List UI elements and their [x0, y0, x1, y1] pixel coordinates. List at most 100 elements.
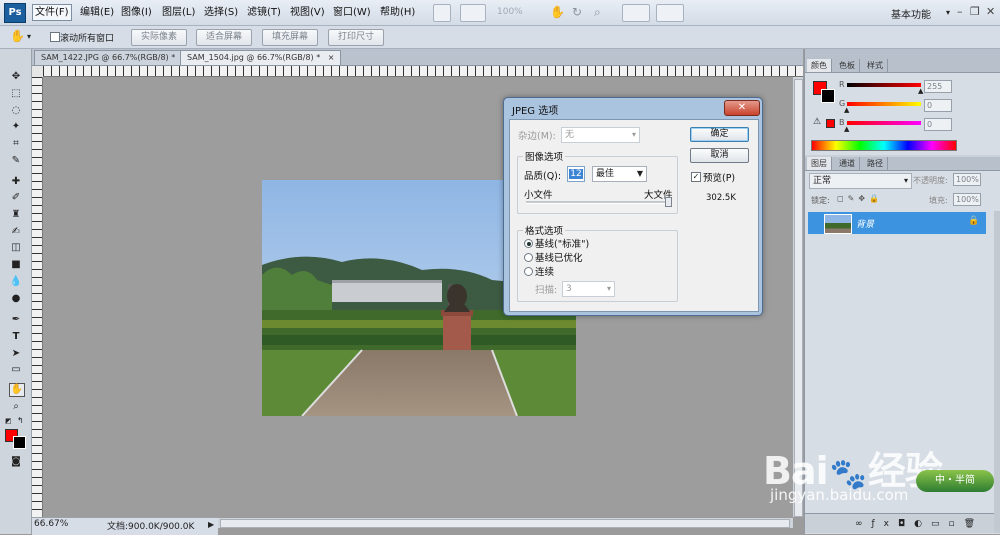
- preview-checkbox[interactable]: ✓: [691, 172, 701, 182]
- menu-edit[interactable]: 编辑(E): [80, 5, 114, 20]
- menu-filter[interactable]: 滤镜(T): [247, 5, 281, 20]
- channel-r-value[interactable]: 255: [924, 80, 952, 93]
- scroll-all-windows-checkbox[interactable]: [50, 32, 60, 42]
- tab-styles[interactable]: 样式: [863, 59, 888, 72]
- blend-mode-select[interactable]: 正常 ▾: [809, 173, 912, 189]
- close-button[interactable]: ✕: [986, 5, 995, 18]
- status-zoom[interactable]: 66.67%: [34, 519, 68, 529]
- chevron-down-icon[interactable]: ▾: [27, 32, 31, 41]
- shape-tool-icon[interactable]: ▭: [9, 364, 23, 376]
- eraser-tool-icon[interactable]: ◫: [9, 242, 23, 254]
- lasso-tool-icon[interactable]: ◌: [9, 105, 23, 117]
- quick-mask-icon[interactable]: ◙: [9, 456, 23, 468]
- actual-pixels-button[interactable]: 实际像素: [131, 29, 188, 46]
- fill-screen-button[interactable]: 填充屏幕: [262, 29, 319, 46]
- layers-scrollbar[interactable]: [994, 211, 1000, 533]
- hand-tool-icon[interactable]: ✋: [9, 383, 25, 397]
- dodge-tool-icon[interactable]: ●: [9, 293, 23, 305]
- horizontal-scrollbar[interactable]: [218, 518, 793, 528]
- jpeg-options-dialog: JPEG 选项 ✕ 杂边(M): 无 ▾ 图像选项 品质(Q): 12 最佳 ▼…: [503, 97, 763, 316]
- menu-window[interactable]: 窗口(W): [333, 5, 371, 20]
- warning-icon[interactable]: ⚠: [813, 117, 821, 127]
- channel-r-slider[interactable]: [847, 83, 921, 87]
- quality-slider-track[interactable]: [526, 201, 668, 204]
- arrange-documents-icon[interactable]: [622, 4, 650, 22]
- brush-tool-icon[interactable]: ✐: [9, 192, 23, 204]
- close-icon[interactable]: ×: [328, 53, 335, 62]
- channel-b-slider[interactable]: [847, 121, 921, 125]
- cancel-button[interactable]: 取消: [690, 148, 749, 163]
- fill-value[interactable]: 100%: [953, 193, 981, 206]
- menu-image[interactable]: 图像(I): [121, 5, 152, 20]
- tab-color[interactable]: 颜色: [807, 59, 832, 72]
- close-icon[interactable]: ✕: [724, 100, 760, 116]
- radio-progressive[interactable]: [524, 267, 533, 276]
- minimize-button[interactable]: –: [957, 5, 963, 18]
- hand-icon[interactable]: ✋: [550, 5, 565, 19]
- tab-channels[interactable]: 通道: [835, 157, 860, 170]
- opacity-value[interactable]: 100%: [953, 173, 981, 186]
- matte-select[interactable]: 无 ▾: [561, 127, 640, 143]
- gamut-color-swatch[interactable]: [826, 119, 835, 128]
- channel-b-value[interactable]: 0: [924, 118, 952, 131]
- crop-tool-icon[interactable]: ⌗: [9, 138, 23, 150]
- ok-button[interactable]: 确定: [690, 127, 749, 142]
- blur-tool-icon[interactable]: 💧: [9, 276, 23, 288]
- menu-file[interactable]: 文件(F): [32, 4, 72, 21]
- quality-input[interactable]: 12: [567, 166, 585, 182]
- lock-icons[interactable]: ◻✎✥🔒: [837, 194, 883, 203]
- layer-background-row[interactable]: 背景 🔒: [808, 212, 986, 234]
- background-color-swatch[interactable]: [13, 436, 26, 449]
- quick-select-tool-icon[interactable]: ✦: [9, 121, 23, 133]
- channel-g-thumb[interactable]: ▲: [844, 106, 849, 114]
- channel-g-slider[interactable]: [847, 102, 921, 106]
- channel-b-thumb[interactable]: ▲: [844, 125, 849, 133]
- channel-r-thumb[interactable]: ▲: [918, 87, 923, 95]
- workspace-switcher[interactable]: 基本功能: [891, 6, 931, 21]
- tab-sam-1422[interactable]: SAM_1422.JPG @ 66.7%(RGB/8) * ×: [34, 50, 197, 65]
- menu-view[interactable]: 视图(V): [290, 5, 325, 20]
- healing-tool-icon[interactable]: ✚: [9, 176, 23, 188]
- pen-tool-icon[interactable]: ✒: [9, 314, 23, 326]
- tab-layers[interactable]: 图层: [807, 157, 832, 170]
- clone-stamp-tool-icon[interactable]: ♜: [9, 209, 23, 221]
- move-tool-icon[interactable]: ✥: [9, 71, 23, 83]
- history-brush-tool-icon[interactable]: ✍: [9, 226, 23, 238]
- radio-baseline-optimized[interactable]: [524, 253, 533, 262]
- fit-screen-button[interactable]: 适合屏幕: [196, 29, 253, 46]
- type-tool-icon[interactable]: T: [9, 331, 23, 343]
- zoom-tool-icon[interactable]: ⌕: [594, 5, 601, 20]
- hand-tool-preset-icon[interactable]: ✋: [10, 29, 25, 43]
- swap-colors-icon[interactable]: ↰: [17, 416, 24, 425]
- menu-select[interactable]: 选择(S): [204, 5, 238, 20]
- color-ramp[interactable]: [811, 140, 957, 151]
- marquee-tool-icon[interactable]: ⬚: [9, 88, 23, 100]
- tab-sam-1504[interactable]: SAM_1504.jpg @ 66.7%(RGB/8) * ×: [180, 50, 342, 65]
- scans-select[interactable]: 3 ▾: [562, 281, 615, 297]
- radio-baseline-standard[interactable]: [524, 239, 533, 248]
- extras-icon[interactable]: [460, 4, 486, 22]
- ime-badge[interactable]: 中・半简: [916, 470, 994, 492]
- screen-mode-icon[interactable]: [656, 4, 684, 22]
- tab-paths[interactable]: 路径: [863, 157, 888, 170]
- channel-g-value[interactable]: 0: [924, 99, 952, 112]
- eyedropper-tool-icon[interactable]: ✎: [9, 155, 23, 167]
- rotate-view-icon[interactable]: ↻: [572, 5, 582, 19]
- print-size-button[interactable]: 打印尺寸: [328, 29, 385, 46]
- default-colors-icon[interactable]: ◩: [5, 417, 12, 425]
- layers-footer-icons[interactable]: ∞ƒx◘◐▭▫🗑: [805, 513, 994, 533]
- menu-help[interactable]: 帮助(H): [380, 5, 415, 20]
- quality-preset-select[interactable]: 最佳 ▼: [592, 166, 647, 182]
- horizontal-ruler[interactable]: [43, 66, 803, 77]
- vertical-ruler[interactable]: [32, 77, 43, 517]
- quality-slider-thumb[interactable]: [665, 197, 672, 207]
- tab-swatches[interactable]: 色板: [835, 59, 860, 72]
- bridge-icon[interactable]: [433, 4, 451, 22]
- status-menu-icon[interactable]: ▶: [208, 520, 214, 529]
- path-select-tool-icon[interactable]: ➤: [9, 348, 23, 360]
- zoom-tool-icon[interactable]: ⌕: [9, 401, 23, 413]
- restore-button[interactable]: ❐: [970, 5, 980, 18]
- menu-layer[interactable]: 图层(L): [162, 5, 195, 20]
- background-color-swatch[interactable]: [821, 89, 835, 103]
- gradient-tool-icon[interactable]: ■: [9, 259, 23, 271]
